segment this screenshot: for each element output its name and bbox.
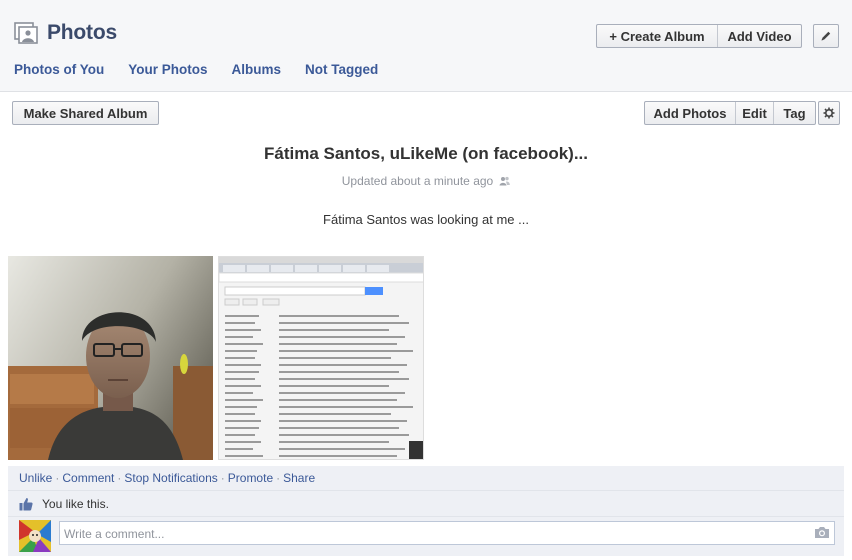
screenshot-photo-image	[219, 257, 423, 459]
screenshot-photo[interactable]	[218, 256, 424, 460]
avatar	[19, 520, 51, 552]
comment-input[interactable]: Write a comment...	[59, 521, 835, 545]
make-shared-album-button[interactable]: Make Shared Album	[12, 101, 159, 125]
add-photos-button[interactable]: Add Photos	[645, 102, 735, 124]
pencil-icon	[821, 31, 831, 41]
album-actions-group: Add Photos Edit Tag	[644, 101, 816, 125]
album-title: Fátima Santos, uLikeMe (on facebook)...	[264, 144, 588, 163]
edit-pencil-button[interactable]	[813, 24, 839, 48]
webcam-photo-image	[8, 256, 213, 460]
comment-link[interactable]: Comment	[62, 471, 114, 485]
album-updated: Updated about a minute ago	[0, 174, 852, 188]
comment-placeholder: Write a comment...	[64, 527, 165, 541]
tab-albums[interactable]: Albums	[232, 62, 282, 77]
edit-button[interactable]: Edit	[735, 102, 773, 124]
gear-icon	[823, 107, 835, 119]
photos-nav: Photos of You Your Photos Albums Not Tag…	[14, 62, 402, 77]
tab-your-photos[interactable]: Your Photos	[128, 62, 207, 77]
page-title: Photos	[47, 21, 117, 44]
create-album-button[interactable]: + Create Album	[597, 25, 717, 47]
webcam-photo[interactable]	[8, 256, 213, 460]
tag-button[interactable]: Tag	[773, 102, 815, 124]
feedback-panel: Unlike · Comment · Stop Notifications · Promot…	[8, 466, 844, 556]
stop-notifications-link[interactable]: Stop Notifications	[124, 471, 217, 485]
avatar-image	[19, 520, 51, 552]
share-link[interactable]: Share	[283, 471, 315, 485]
unlike-link[interactable]: Unlike	[19, 471, 52, 485]
add-video-button[interactable]: Add Video	[717, 25, 801, 47]
settings-button[interactable]	[818, 101, 840, 125]
updated-text: Updated about a minute ago	[341, 174, 494, 188]
photos-icon	[14, 22, 38, 44]
album-video-button-group: + Create Album Add Video	[596, 24, 802, 48]
friends-icon[interactable]	[499, 176, 511, 186]
comment-row: Write a comment...	[8, 516, 844, 556]
likes-row: You like this.	[8, 490, 844, 516]
feedback-actions: Unlike · Comment · Stop Notifications · Promot…	[19, 471, 316, 485]
tab-photos-of-you[interactable]: Photos of You	[14, 62, 104, 77]
page-header: Photos + Create Album Add Video Photos o…	[0, 0, 852, 92]
promote-link[interactable]: Promote	[228, 471, 273, 485]
camera-icon[interactable]	[814, 526, 830, 539]
album-description: Fátima Santos was looking at me ...	[323, 212, 529, 227]
tab-not-tagged[interactable]: Not Tagged	[305, 62, 378, 77]
likes-text: You like this.	[42, 497, 109, 511]
thumbs-up-icon	[19, 498, 33, 511]
